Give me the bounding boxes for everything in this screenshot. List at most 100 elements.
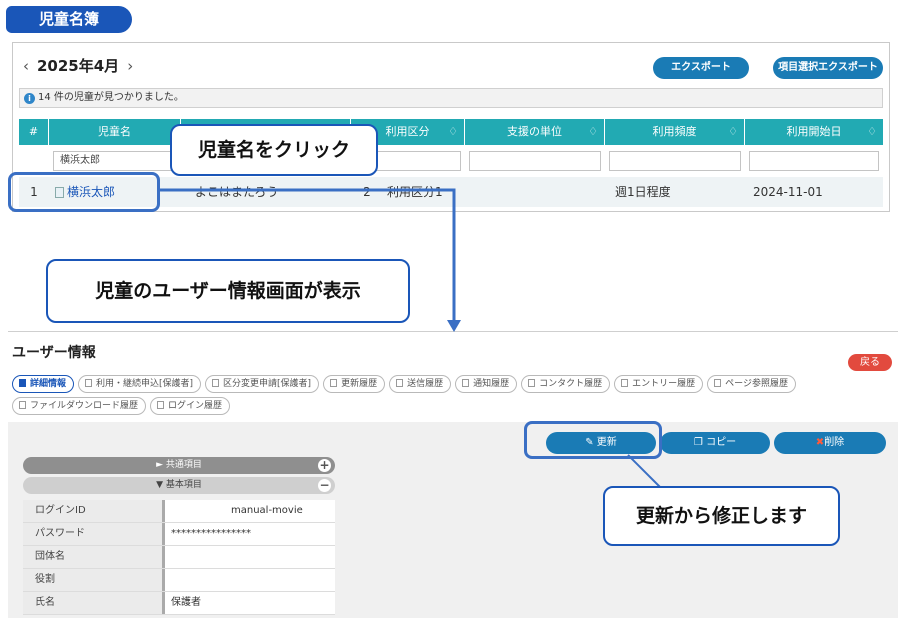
col-header-frequency[interactable]: 利用頻度 ♢ [605,119,745,145]
delete-button[interactable]: ✖削除 [774,432,886,454]
tab-file-download-history[interactable]: ファイルダウンロード履歴 [12,397,147,415]
page-tag: 児童名簿 [6,6,132,33]
col-header-name[interactable]: 児童名 [49,119,181,145]
kana-cell: よこはまたろう [195,185,279,199]
bookmark-icon [19,379,26,387]
bookmark-icon [396,379,404,387]
filter-cell-num [19,147,49,175]
user-info-panel: ユーザー情報 戻る 詳細情報 利用・継続申込[保護者] 区分変更申請[保護者] … [8,331,898,618]
update-highlight-box [524,421,662,459]
history-tabs: 詳細情報 利用・継続申込[保護者] 区分変更申請[保護者] 更新履歴 送信履歴 … [12,375,812,415]
field-label: 氏名 [23,592,165,614]
chevron-right-icon[interactable]: › [127,57,133,75]
field-value: **************** [171,528,251,539]
tab-page-view-history[interactable]: ページ参照履歴 [707,375,796,393]
export-button[interactable]: エクスポート [653,57,749,79]
field-label: 団体名 [23,546,165,568]
col-header-unit-label: 支援の単位 [507,125,562,138]
field-row: 団体名 [23,546,335,569]
field-label: 役割 [23,569,165,591]
tab-label: 利用・継続申込[保護者] [96,379,194,389]
tab-send-history[interactable]: 送信履歴 [389,375,452,393]
bookmark-icon [528,379,536,387]
month-label: 2025年4月 [37,57,120,75]
tab-category-change[interactable]: 区分変更申請[保護者] [205,375,320,393]
section-common-items[interactable]: ► 共通項目 + [23,457,335,474]
col-header-num: # [19,119,49,145]
field-value: 保護者 [171,597,201,608]
col-header-name-label: 児童名 [98,125,131,138]
manual-screenshot: 児童名簿 ‹ 2025年4月 › エクスポート 項目選択エクスポート i 14 … [0,0,900,620]
tab-details[interactable]: 詳細情報 [12,375,75,393]
section-basic-label: ▼ 基本項目 [156,480,202,490]
tab-update-history[interactable]: 更新履歴 [323,375,386,393]
info-icon: i [24,93,35,104]
sort-icon[interactable]: ♢ [728,119,738,145]
copy-icon: ❐ [693,437,707,448]
callout-screen-shown: 児童のユーザー情報画面が表示 [46,259,410,323]
frequency-filter-input[interactable] [609,151,741,171]
tab-label: コンタクト履歴 [539,379,603,389]
result-count-text: 14 件の児童が見つかりました。 [38,92,184,103]
category-cell: 利用区分1 [387,185,443,199]
field-row: 氏名 保護者 [23,592,335,615]
filter-cell-name: 横浜太郎 [49,147,181,175]
field-row: ログインID manual-movie [23,500,335,523]
tab-entry-history[interactable]: エントリー履歴 [614,375,704,393]
bookmark-icon [212,379,220,387]
back-button[interactable]: 戻る [848,354,892,371]
delete-icon: ✖ [815,437,825,448]
filter-cell-frequency [605,147,745,175]
bookmark-icon [714,379,722,387]
name-filter-input[interactable]: 横浜太郎 [53,151,177,171]
field-row: パスワード **************** [23,523,335,546]
expand-icon[interactable]: + [318,459,331,472]
unit-filter-input[interactable] [469,151,601,171]
col-header-start-date[interactable]: 利用開始日 ♢ [745,119,883,145]
filter-cell-start-date [745,147,883,175]
start-date-filter-input[interactable] [749,151,879,171]
tab-label: 区分変更申請[保護者] [223,379,312,389]
chevron-left-icon[interactable]: ‹ [23,57,29,75]
sort-icon[interactable]: ♢ [588,119,598,145]
col-header-unit[interactable]: 支援の単位 ♢ [465,119,605,145]
tab-usage-application[interactable]: 利用・継続申込[保護者] [78,375,202,393]
callout-update-note: 更新から修正します [603,486,840,546]
section-common-label: ► 共通項目 [156,460,202,470]
tab-label: ページ参照履歴 [725,379,788,389]
start-date-cell: 2024-11-01 [753,185,823,199]
filter-cell-unit [465,147,605,175]
sort-icon[interactable]: ♢ [448,119,458,145]
callout-click-name: 児童名をクリック [170,124,378,176]
col-header-frequency-label: 利用頻度 [652,125,697,138]
collapse-icon[interactable]: − [318,479,331,492]
frequency-cell: 週1日程度 [615,185,671,199]
field-label: パスワード [23,523,165,545]
sort-icon[interactable]: ♢ [867,119,877,145]
bookmark-icon [330,379,338,387]
field-value [165,546,335,568]
tab-label: エントリー履歴 [632,379,696,389]
filter-row: 横浜太郎 [19,147,883,175]
tab-label: 送信履歴 [407,379,444,389]
copy-button-label: コピー [706,437,737,448]
bookmark-icon [621,379,629,387]
tab-label: 詳細情報 [30,379,67,389]
col-header-start-date-label: 利用開始日 [786,125,842,138]
col-header-category-label: 利用区分 [385,125,430,138]
tab-contact-history[interactable]: コンタクト履歴 [521,375,611,393]
basic-fields-table: ログインID manual-movie パスワード **************… [23,500,335,615]
tab-notification-history[interactable]: 通知履歴 [455,375,518,393]
select-export-button[interactable]: 項目選択エクスポート [773,57,883,79]
tab-label: 更新履歴 [341,379,378,389]
tab-label: ログイン履歴 [168,401,223,411]
copy-button[interactable]: ❐ コピー [660,432,770,454]
result-info-bar: i 14 件の児童が見つかりました。 [19,88,883,108]
bookmark-icon [462,379,470,387]
tab-login-history[interactable]: ログイン履歴 [150,397,231,415]
delete-button-label: 削除 [824,437,845,448]
page-title: ユーザー情報 [12,345,96,361]
tab-label: ファイルダウンロード履歴 [30,401,139,411]
section-basic-items[interactable]: ▼ 基本項目 − [23,477,335,494]
bookmark-icon [85,379,93,387]
